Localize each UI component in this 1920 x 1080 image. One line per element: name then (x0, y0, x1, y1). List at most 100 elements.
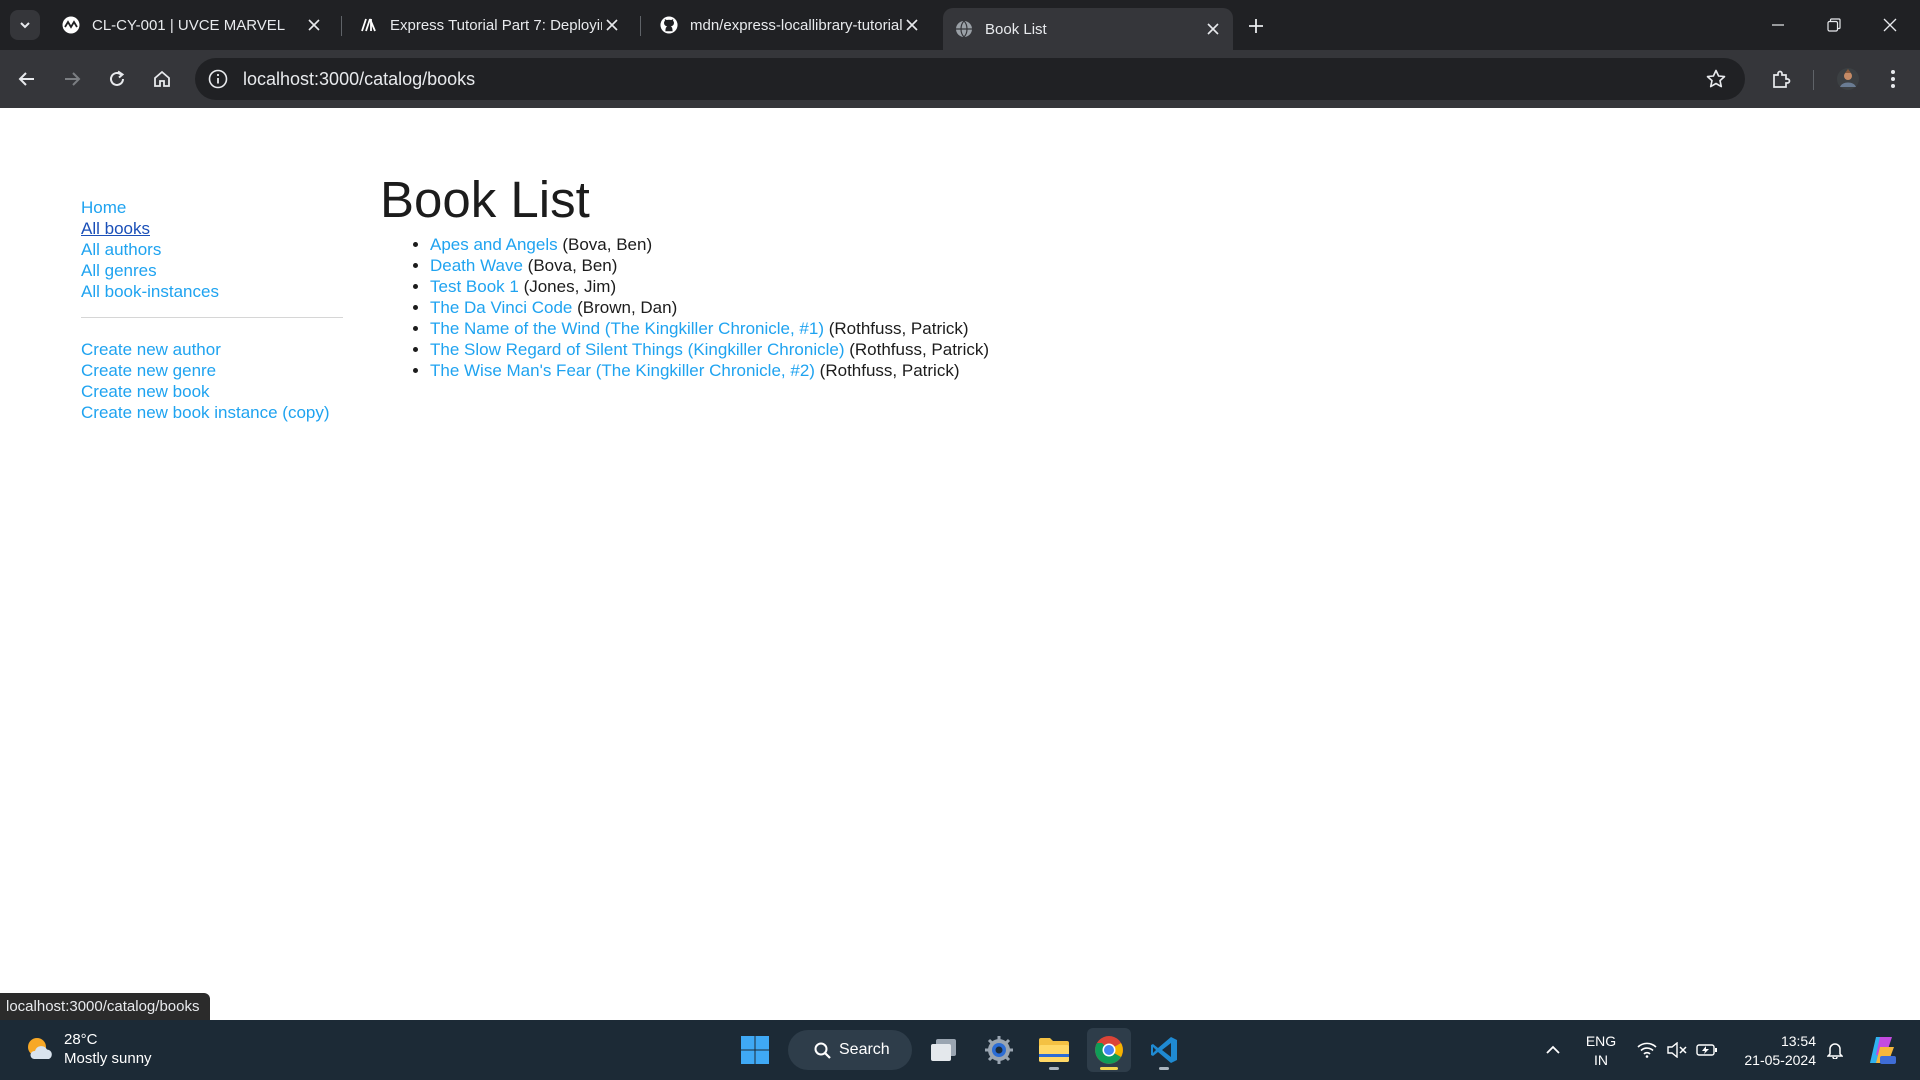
extensions-button[interactable] (1763, 61, 1799, 97)
site-info-icon[interactable] (207, 68, 229, 90)
bookmark-star-icon[interactable] (1705, 68, 1727, 90)
taskbar-search[interactable]: Search (788, 1030, 912, 1070)
sidebar-link-all-genres[interactable]: All genres (81, 260, 343, 281)
language-indicator[interactable]: ENG IN (1585, 1032, 1617, 1070)
sidebar-link-create-book-instance[interactable]: Create new book instance (copy) (81, 402, 343, 423)
book-title-link[interactable]: Test Book 1 (430, 277, 519, 296)
book-title-link[interactable]: The Slow Regard of Silent Things (Kingki… (430, 340, 844, 359)
browser-menu-button[interactable] (1875, 61, 1911, 97)
show-hidden-icons-button[interactable] (1538, 1020, 1568, 1080)
bell-icon (1827, 1043, 1843, 1059)
plus-icon (1249, 19, 1263, 33)
arrow-right-icon (65, 72, 81, 86)
marvel-icon (62, 16, 80, 34)
book-list-item: The Name of the Wind (The Kingkiller Chr… (430, 318, 989, 339)
book-author: (Rothfuss, Patrick) (828, 319, 969, 339)
book-author: (Bova, Ben) (527, 256, 618, 276)
search-label: Search (839, 1041, 890, 1058)
task-view-icon (931, 1039, 956, 1061)
avatar-icon (1837, 68, 1859, 90)
taskbar-vscode[interactable] (1142, 1028, 1186, 1072)
browser-toolbar: localhost:3000/catalog/books (0, 50, 1920, 108)
profile-avatar[interactable] (1830, 61, 1866, 97)
windows-logo-icon (741, 1036, 769, 1064)
url-text[interactable]: localhost:3000/catalog/books (243, 69, 475, 90)
sidebar-link-all-books[interactable]: All books (81, 218, 343, 239)
speaker-muted-icon (1667, 1042, 1687, 1058)
taskbar-chrome[interactable] (1087, 1028, 1131, 1072)
sidebar-link-create-author[interactable]: Create new author (81, 339, 343, 360)
book-title-link[interactable]: Death Wave (430, 256, 523, 275)
address-bar[interactable]: localhost:3000/catalog/books (195, 58, 1745, 100)
task-view-button[interactable] (922, 1028, 966, 1072)
sidebar-link-all-book-instances[interactable]: All book-instances (81, 281, 343, 302)
language-code: ENG (1585, 1033, 1617, 1049)
sidebar-link-all-authors[interactable]: All authors (81, 239, 343, 260)
weather-widget[interactable]: 28°C Mostly sunny (24, 1030, 152, 1068)
main-content: Book List Apes and Angels (Bova, Ben) De… (380, 171, 990, 381)
minimize-button[interactable] (1750, 0, 1806, 50)
book-title-link[interactable]: Apes and Angels (430, 235, 558, 254)
restore-button[interactable] (1806, 0, 1862, 50)
book-title-link[interactable]: The Da Vinci Code (430, 298, 572, 317)
sidebar-link-create-genre[interactable]: Create new genre (81, 360, 343, 381)
taskbar-settings-app[interactable] (977, 1028, 1021, 1072)
language-region: IN (1594, 1052, 1608, 1068)
home-button[interactable] (144, 61, 180, 97)
minimize-icon (1772, 24, 1784, 26)
wifi-status[interactable] (1632, 1020, 1662, 1080)
tab-express-tutorial[interactable]: Express Tutorial Part 7: Deploying (348, 8, 632, 42)
battery-charging-icon (1696, 1044, 1717, 1056)
tab-github-repo[interactable]: mdn/express-locallibrary-tutorial (648, 8, 932, 42)
weather-desc: Mostly sunny (64, 1050, 152, 1067)
tab-search-button[interactable] (10, 10, 40, 40)
sidebar-link-create-book[interactable]: Create new book (81, 381, 343, 402)
taskbar-file-explorer[interactable] (1032, 1028, 1076, 1072)
book-list-item: Apes and Angels (Bova, Ben) (430, 234, 989, 255)
web-page: Home All books All authors All genres Al… (0, 108, 1920, 1020)
sidebar-link-home[interactable]: Home (81, 197, 343, 218)
restore-icon (1827, 18, 1841, 32)
close-icon[interactable] (304, 15, 324, 35)
book-author: (Rothfuss, Patrick) (849, 340, 990, 360)
book-title-link[interactable]: The Wise Man's Fear (The Kingkiller Chro… (430, 361, 815, 380)
reload-icon (110, 70, 125, 86)
partly-sunny-icon (28, 1038, 52, 1059)
mdn-icon (360, 16, 378, 34)
close-icon[interactable] (1203, 19, 1223, 39)
volume-status[interactable] (1662, 1020, 1692, 1080)
puzzle-icon (1773, 70, 1791, 88)
app-running-indicator (1159, 1067, 1169, 1070)
taskbar-clock[interactable]: 13:54 21-05-2024 (1730, 1032, 1816, 1070)
clock-time: 13:54 (1780, 1033, 1816, 1049)
battery-status[interactable] (1692, 1020, 1722, 1080)
back-button[interactable] (9, 61, 45, 97)
close-window-button[interactable] (1862, 0, 1918, 50)
tab-uvce-marvel[interactable]: CL-CY-001 | UVCE MARVEL (50, 8, 334, 42)
new-tab-button[interactable] (1242, 12, 1270, 40)
close-icon (1883, 18, 1897, 32)
close-icon[interactable] (902, 15, 922, 35)
arrow-left-icon (18, 72, 34, 86)
reload-button[interactable] (99, 61, 135, 97)
gear-icon (985, 1036, 1013, 1064)
book-list-item: The Wise Man's Fear (The Kingkiller Chro… (430, 360, 989, 381)
start-button[interactable] (733, 1028, 777, 1072)
status-bar-url: localhost:3000/catalog/books (0, 993, 211, 1020)
more-vert-icon (1891, 70, 1895, 88)
tab-title: mdn/express-locallibrary-tutorial (690, 16, 902, 34)
book-list-item: The Da Vinci Code (Brown, Dan) (430, 297, 989, 318)
page-title: Book List (380, 171, 590, 228)
close-icon[interactable] (602, 15, 622, 35)
notifications-button[interactable] (1820, 1020, 1850, 1080)
tab-separator (640, 16, 641, 36)
forward-button[interactable] (54, 61, 90, 97)
app-running-indicator (1049, 1067, 1059, 1070)
copilot-button[interactable] (1862, 1020, 1902, 1080)
book-title-link[interactable]: The Name of the Wind (The Kingkiller Chr… (430, 319, 824, 338)
globe-icon (955, 20, 973, 38)
github-icon (660, 16, 678, 34)
app-active-indicator (1100, 1067, 1118, 1070)
chrome-icon (1095, 1036, 1123, 1064)
tab-book-list[interactable]: Book List (943, 8, 1233, 50)
